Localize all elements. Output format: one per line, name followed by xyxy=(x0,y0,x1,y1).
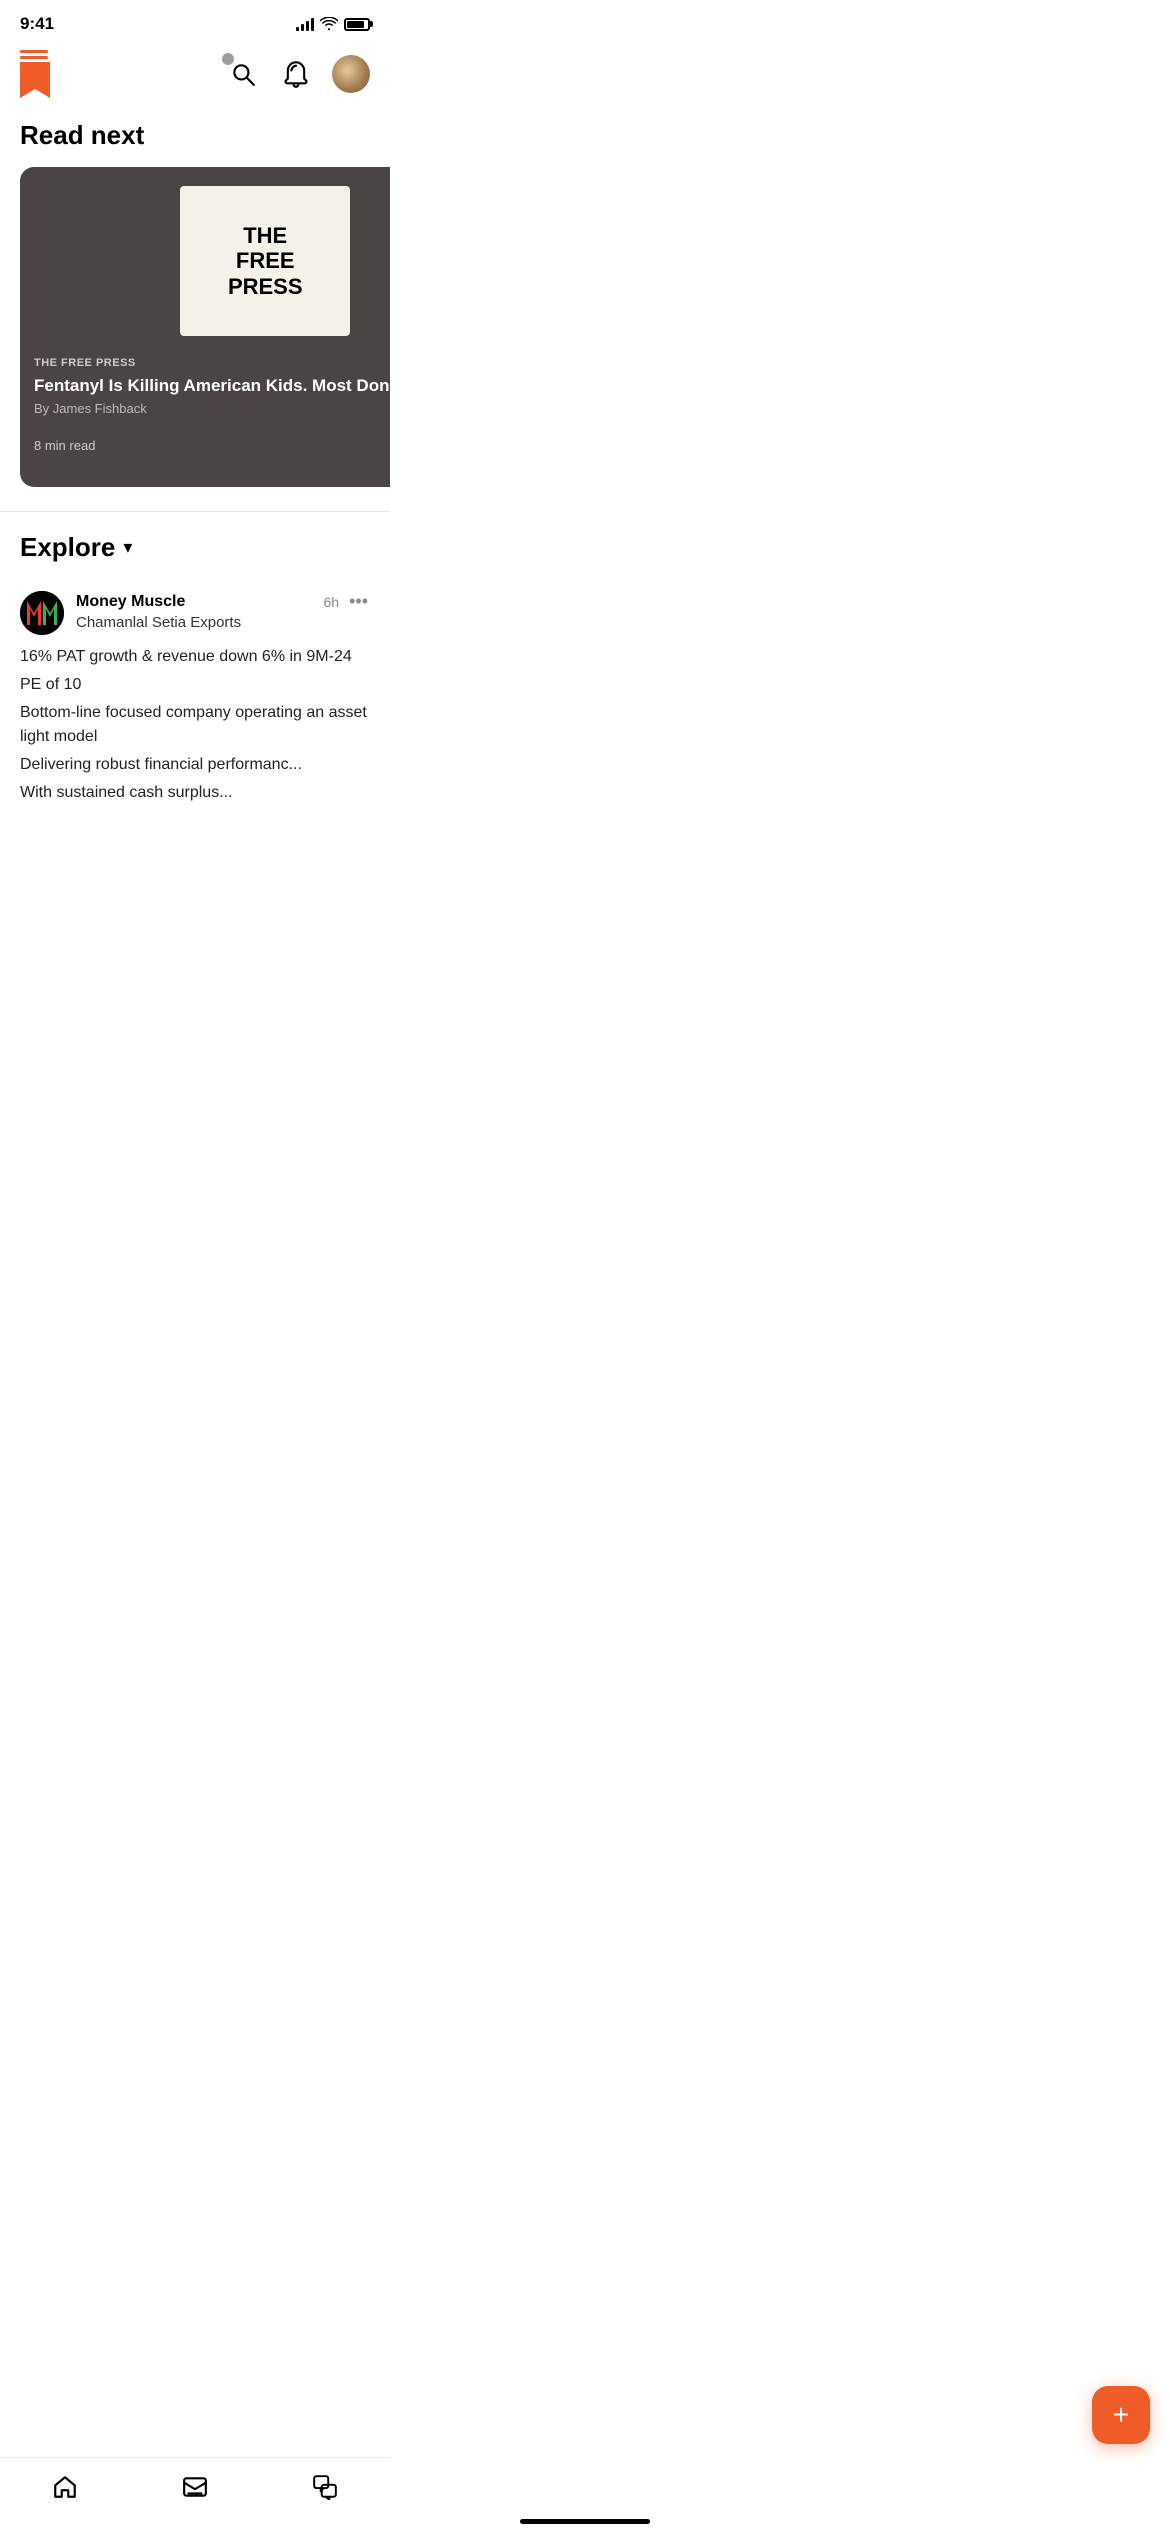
article-meta: Money Muscle 6h ••• Chamanlal Setia Expo… xyxy=(76,591,370,631)
signal-bars-icon xyxy=(296,17,314,31)
fab-plus-icon: + xyxy=(1113,2401,1129,2429)
notifications-button[interactable] xyxy=(278,56,314,92)
home-indicator xyxy=(520,2519,650,2524)
app-logo[interactable] xyxy=(20,50,50,98)
article-header: Money Muscle 6h ••• Chamanlal Setia Expo… xyxy=(20,591,370,635)
search-notification-dot xyxy=(222,53,234,65)
search-container xyxy=(226,57,260,91)
article-body-line-1: 16% PAT growth & revenue down 6% in 9M-2… xyxy=(20,645,370,669)
article-body-line-3: Bottom-line focused company operating an… xyxy=(20,701,370,749)
status-bar: 9:41 xyxy=(0,0,390,42)
nav-messages-button[interactable] xyxy=(292,2470,358,2504)
status-time: 9:41 xyxy=(20,14,54,34)
article-item[interactable]: Money Muscle 6h ••• Chamanlal Setia Expo… xyxy=(0,579,390,821)
article-body-line-5: With sustained cash surplus... xyxy=(20,781,370,805)
bottom-nav xyxy=(0,2457,390,2532)
free-press-logo: THEFREEPRESS xyxy=(180,186,350,336)
top-nav xyxy=(0,42,390,110)
article-body-line-2: PE of 10 xyxy=(20,673,370,697)
publisher-avatar xyxy=(20,591,64,635)
read-next-title: Read next xyxy=(0,110,390,167)
article-card[interactable]: THEFREEPRESS THE FREE PRESS Fentanyl Is … xyxy=(20,167,390,487)
battery-icon xyxy=(344,18,370,31)
wifi-icon xyxy=(320,17,338,31)
card-footer: 8 min read xyxy=(34,428,390,462)
publisher-name: Money Muscle xyxy=(76,593,185,611)
create-post-fab[interactable]: + xyxy=(1092,2386,1150,2444)
article-body: 16% PAT growth & revenue down 6% in 9M-2… xyxy=(20,645,370,809)
article-meta-right: 6h ••• xyxy=(324,591,370,612)
status-icons xyxy=(296,17,370,31)
search-icon xyxy=(230,61,256,87)
card-publication: THE FREE PRESS xyxy=(34,357,390,369)
card-image: THEFREEPRESS xyxy=(20,167,390,347)
user-avatar[interactable] xyxy=(332,55,370,93)
nav-home-button[interactable] xyxy=(32,2470,98,2504)
article-more-button[interactable]: ••• xyxy=(347,591,370,612)
free-press-logo-text: THEFREEPRESS xyxy=(228,223,303,299)
explore-title: Explore xyxy=(20,532,115,563)
messages-icon xyxy=(312,2474,338,2500)
card-read-time: 8 min read xyxy=(34,438,95,453)
card-content: THE FREE PRESS Fentanyl Is Killing Ameri… xyxy=(20,347,390,476)
article-body-line-4: Delivering robust financial performanc..… xyxy=(20,753,370,777)
card-author: By James Fishback xyxy=(34,401,390,416)
card-headline: Fentanyl Is Killing American Kids. Most … xyxy=(34,375,390,397)
bell-icon xyxy=(282,60,310,88)
explore-header: Explore ▾ xyxy=(0,512,390,579)
article-pub-row: Money Muscle 6h ••• xyxy=(76,591,370,612)
article-time: 6h xyxy=(324,594,340,610)
nav-right xyxy=(226,55,370,93)
nav-inbox-button[interactable] xyxy=(162,2470,228,2504)
cards-scroll: THEFREEPRESS THE FREE PRESS Fentanyl Is … xyxy=(0,167,390,487)
explore-chevron-down-icon[interactable]: ▾ xyxy=(123,537,132,558)
inbox-icon xyxy=(182,2474,208,2500)
home-icon xyxy=(52,2474,78,2500)
article-sub-publication: Chamanlal Setia Exports xyxy=(76,614,370,631)
money-muscle-logo xyxy=(20,591,64,635)
